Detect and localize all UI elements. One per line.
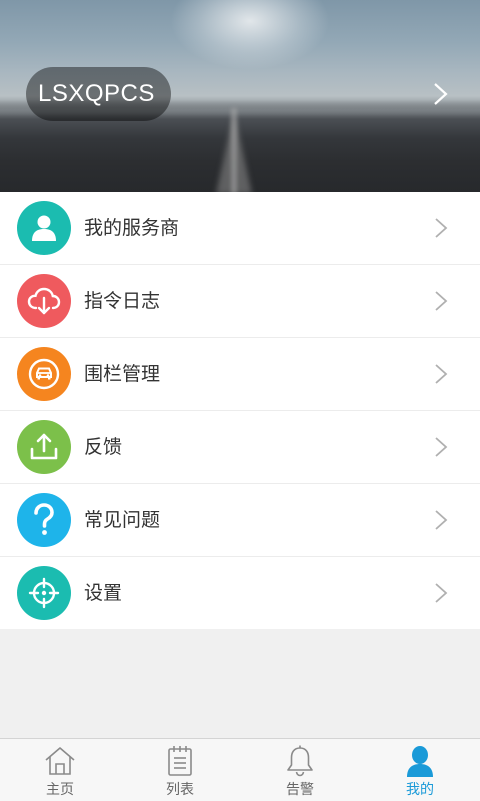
tab-mine[interactable]: 我的 [360,739,480,801]
car-fence-icon [17,347,71,401]
person-icon [17,201,71,255]
chevron-right-icon [435,583,448,603]
chevron-right-icon [435,218,448,238]
crosshair-icon [17,566,71,620]
road-center-line [231,108,237,192]
tab-home[interactable]: 主页 [0,739,120,801]
bell-icon [287,745,313,777]
menu-item-label: 围栏管理 [84,363,161,385]
tab-label: 主页 [46,782,74,798]
menu-item-feedback[interactable]: 反馈 [0,411,480,484]
tab-label: 告警 [286,782,314,798]
menu-item-my-provider[interactable]: 我的服务商 [0,192,480,265]
menu-item-command-log[interactable]: 指令日志 [0,265,480,338]
username-badge[interactable]: LSXQPCS [26,67,171,121]
chevron-right-icon [435,510,448,530]
menu-item-fence-management[interactable]: 围栏管理 [0,338,480,411]
tab-label: 我的 [406,782,434,798]
menu-item-settings[interactable]: 设置 [0,557,480,629]
chevron-right-icon[interactable] [430,82,450,106]
tab-list[interactable]: 列表 [120,739,240,801]
upload-icon [17,420,71,474]
settings-menu: 我的服务商 指令日志 围栏管理 反馈 常见问题 设置 [0,192,480,629]
question-icon [17,493,71,547]
menu-item-faq[interactable]: 常见问题 [0,484,480,557]
profile-icon [407,746,433,777]
home-icon [45,747,75,775]
tab-label: 列表 [166,782,194,798]
username-label: LSXQPCS [38,80,155,107]
menu-item-label: 常见问题 [84,509,161,531]
sky-glow [170,0,330,70]
bottom-tab-bar: 主页 列表 告警 我的 [0,738,480,801]
chevron-right-icon [435,437,448,457]
tab-alerts[interactable]: 告警 [240,739,360,801]
profile-header[interactable]: LSXQPCS [0,0,480,192]
chevron-right-icon [435,291,448,311]
menu-item-label: 反馈 [84,436,123,458]
cloud-download-icon [17,274,71,328]
menu-item-label: 我的服务商 [84,217,180,239]
chevron-right-icon [435,364,448,384]
menu-item-label: 设置 [84,582,123,604]
list-icon [168,746,192,776]
menu-item-label: 指令日志 [84,290,161,312]
